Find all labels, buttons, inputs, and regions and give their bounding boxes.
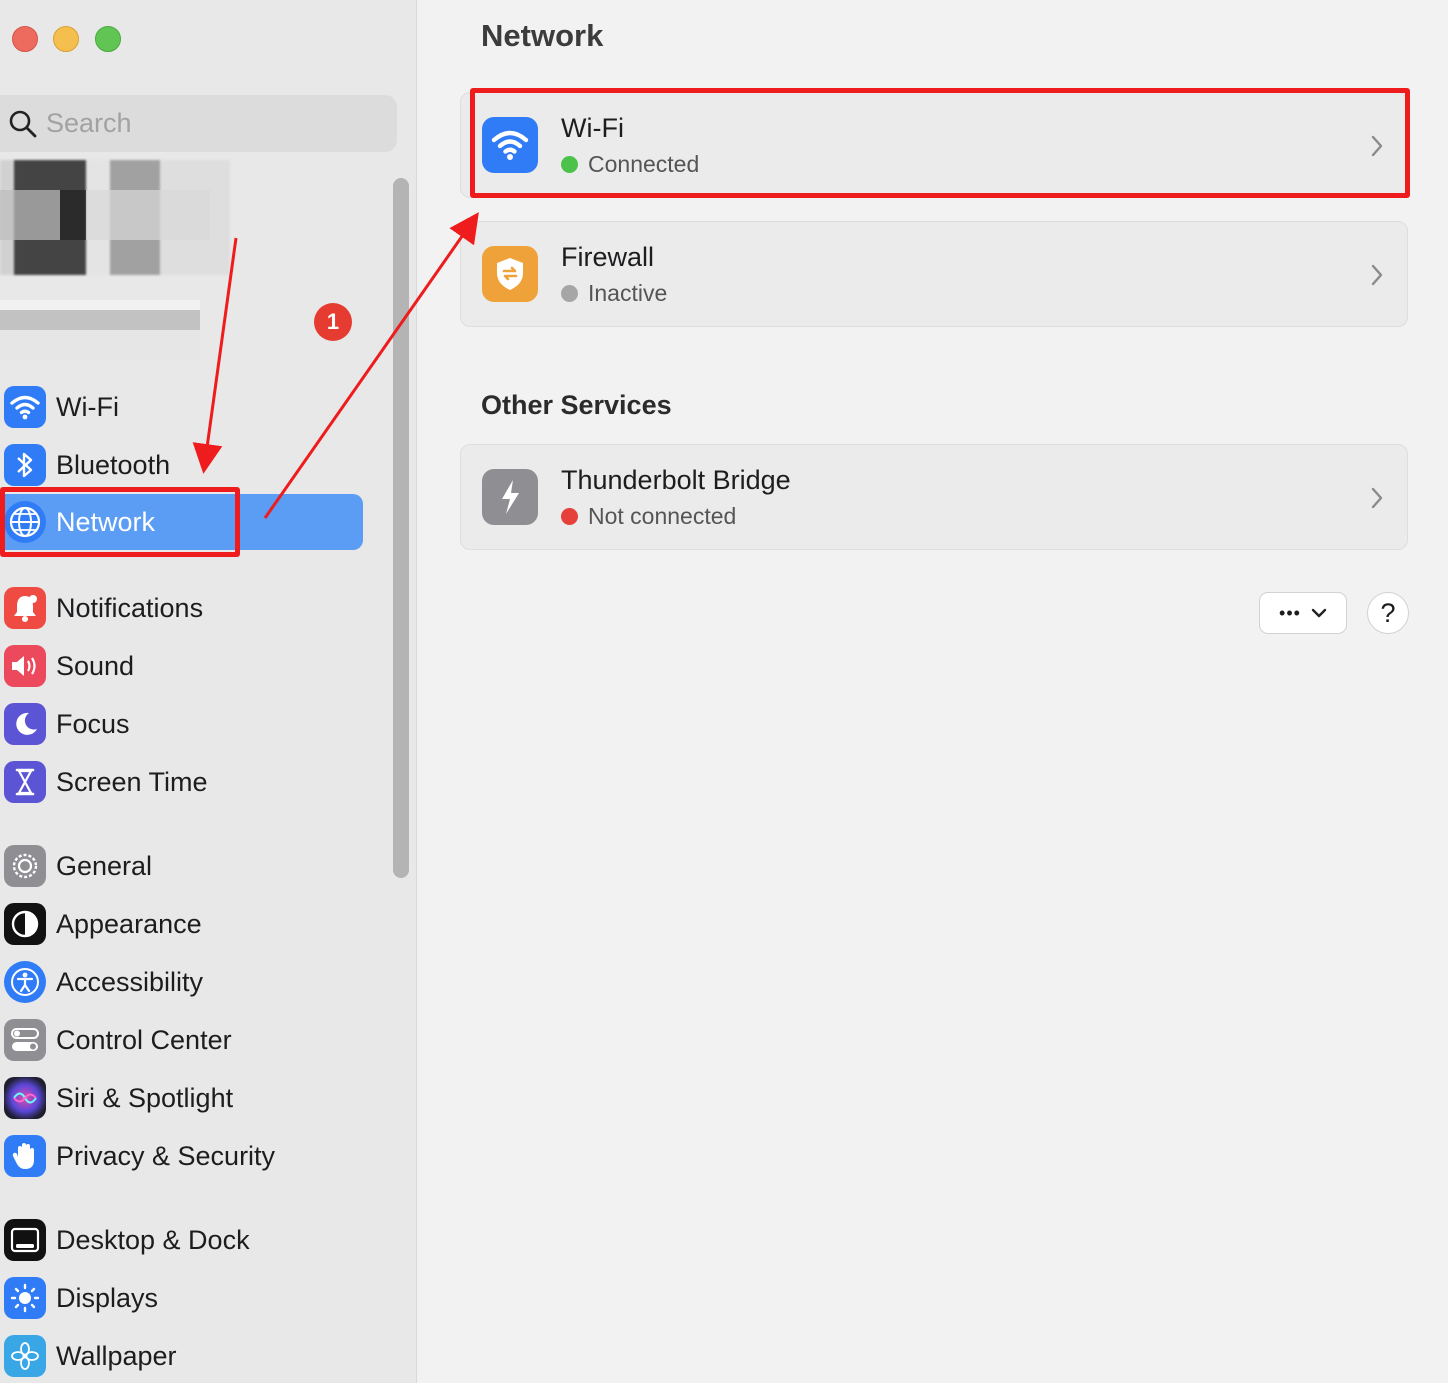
sidebar-item-bluetooth[interactable]: Bluetooth	[0, 437, 170, 493]
sidebar-item-label: Control Center	[56, 1024, 232, 1055]
sidebar-item-displays[interactable]: Displays	[0, 1270, 158, 1326]
close-window-button[interactable]	[12, 26, 38, 52]
firewall-service-row[interactable]: Firewall Inactive	[460, 221, 1408, 327]
sidebar-item-label: Focus	[56, 708, 130, 739]
sidebar-item-label: General	[56, 850, 153, 881]
sidebar-item-label: Desktop & Dock	[56, 1224, 250, 1255]
sidebar-item-label: Accessibility	[56, 966, 204, 997]
chevron-right-icon	[1371, 264, 1383, 286]
step-badge: 1	[314, 303, 352, 341]
sidebar-item-label: Sound	[56, 650, 135, 681]
minimize-window-button[interactable]	[53, 26, 79, 52]
sidebar-item-label: Siri & Spotlight	[56, 1082, 234, 1113]
hand-icon	[4, 1135, 46, 1177]
siri-icon	[4, 1077, 46, 1119]
main-panel: Network Wi-Fi Connected Firewall Inactiv…	[418, 0, 1448, 1383]
service-status: Not connected	[561, 503, 736, 530]
search-icon	[0, 95, 46, 152]
more-actions-button[interactable]: •••	[1259, 592, 1347, 634]
appearance-icon	[4, 903, 46, 945]
flower-icon	[4, 1335, 46, 1377]
blurred-account-detail	[0, 300, 200, 360]
sidebar: 1 Wi-Fi Bluetooth Network Notifications …	[0, 0, 417, 1383]
more-actions-label: •••	[1279, 602, 1301, 623]
search-field[interactable]	[0, 95, 397, 152]
service-title: Thunderbolt Bridge	[561, 465, 791, 495]
zoom-window-button[interactable]	[95, 26, 121, 52]
sidebar-item-label: Screen Time	[56, 766, 208, 797]
blurred-account-name	[0, 190, 210, 240]
sidebar-item-sound[interactable]: Sound	[0, 638, 134, 694]
sidebar-item-general[interactable]: General	[0, 838, 152, 894]
sidebar-item-privacy-security[interactable]: Privacy & Security	[0, 1128, 275, 1184]
sidebar-item-notifications[interactable]: Notifications	[0, 580, 203, 636]
status-dot	[561, 285, 578, 302]
status-text: Not connected	[588, 503, 737, 529]
sidebar-item-appearance[interactable]: Appearance	[0, 896, 202, 952]
dock-icon	[4, 1219, 46, 1261]
sidebar-item-label: Wi-Fi	[56, 391, 119, 422]
page-title: Network	[481, 18, 604, 53]
sidebar-item-accessibility[interactable]: Accessibility	[0, 954, 203, 1010]
chevron-down-icon	[1311, 608, 1327, 618]
sidebar-item-siri-spotlight[interactable]: Siri & Spotlight	[0, 1070, 233, 1126]
sun-icon	[4, 1277, 46, 1319]
step-badge-number: 1	[326, 309, 340, 334]
sidebar-item-control-center[interactable]: Control Center	[0, 1012, 232, 1068]
sidebar-item-label: Bluetooth	[56, 449, 171, 480]
accessibility-icon	[4, 961, 46, 1003]
toggles-icon	[4, 1019, 46, 1061]
sidebar-item-desktop-dock[interactable]: Desktop & Dock	[0, 1212, 250, 1268]
sidebar-item-label: Notifications	[56, 592, 204, 623]
help-button[interactable]: ?	[1367, 592, 1409, 634]
status-dot	[561, 508, 578, 525]
moon-icon	[4, 703, 46, 745]
wifi-highlight-box	[470, 88, 1410, 198]
thunderbolt-icon	[482, 469, 538, 525]
speaker-icon	[4, 645, 46, 687]
help-label: ?	[1380, 597, 1396, 628]
network-highlight-box	[0, 487, 240, 557]
service-title: Firewall	[561, 242, 655, 272]
gear-icon	[4, 845, 46, 887]
sidebar-item-screen-time[interactable]: Screen Time	[0, 754, 208, 810]
search-input[interactable]	[46, 108, 366, 139]
wifi-icon	[4, 386, 46, 428]
sidebar-item-wifi[interactable]: Wi-Fi	[0, 379, 119, 435]
sidebar-item-label: Displays	[56, 1282, 159, 1313]
service-status: Inactive	[561, 280, 667, 307]
sidebar-item-focus[interactable]: Focus	[0, 696, 130, 752]
status-text: Inactive	[588, 280, 668, 306]
firewall-icon	[482, 246, 538, 302]
sidebar-item-label: Wallpaper	[56, 1340, 177, 1371]
sidebar-item-wallpaper[interactable]: Wallpaper	[0, 1328, 177, 1383]
chevron-right-icon	[1371, 487, 1383, 509]
sidebar-scrollbar[interactable]	[393, 178, 409, 878]
other-services-heading: Other Services	[481, 390, 672, 420]
thunderbolt-bridge-row[interactable]: Thunderbolt Bridge Not connected	[460, 444, 1408, 550]
hourglass-icon	[4, 761, 46, 803]
bell-icon	[4, 587, 46, 629]
bluetooth-icon	[4, 444, 46, 486]
sidebar-item-label: Privacy & Security	[56, 1140, 276, 1171]
sidebar-item-label: Appearance	[56, 908, 202, 939]
